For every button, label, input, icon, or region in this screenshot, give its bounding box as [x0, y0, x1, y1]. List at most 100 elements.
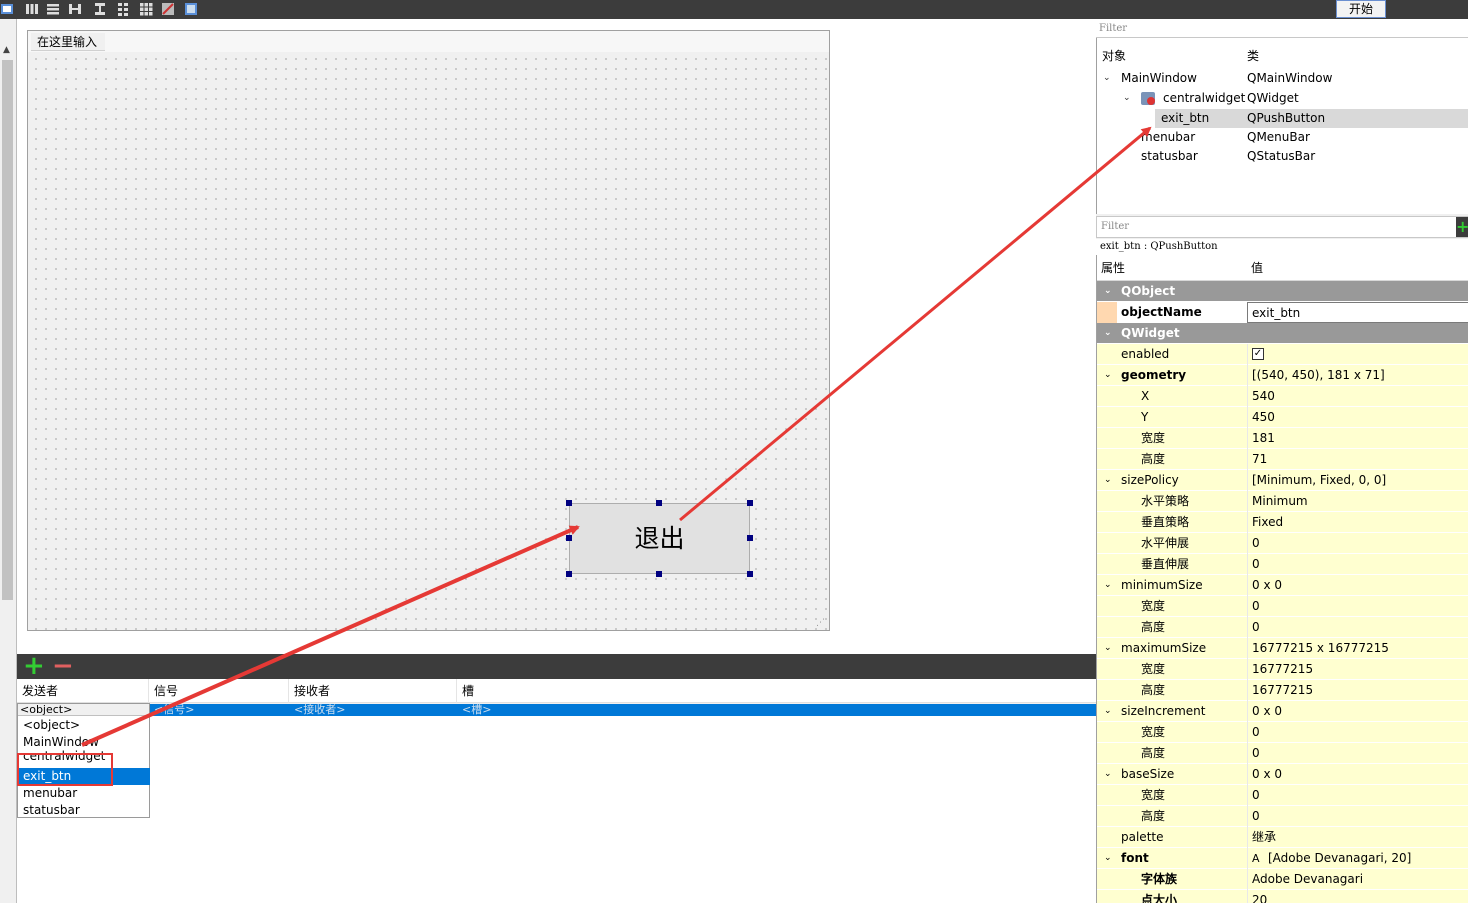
- prop-objectname[interactable]: objectName exit_btn: [1097, 302, 1468, 323]
- form-menubar[interactable]: [28, 31, 829, 52]
- prop-value[interactable]: 0: [1247, 617, 1468, 638]
- group-qwidget[interactable]: ⌄ QWidget: [1097, 323, 1468, 344]
- col-signal[interactable]: 信号: [149, 679, 289, 703]
- prop-vstretch[interactable]: 垂直伸展 0: [1097, 554, 1468, 575]
- expand-icon[interactable]: ⌄: [1103, 69, 1111, 88]
- object-row-statusbar[interactable]: statusbar QStatusBar: [1097, 147, 1468, 166]
- prop-width[interactable]: 宽度 181: [1097, 428, 1468, 449]
- layout-splitter-h-icon[interactable]: [68, 2, 82, 16]
- prop-value[interactable]: 540: [1247, 386, 1468, 407]
- prop-max-height[interactable]: 高度 16777215: [1097, 680, 1468, 701]
- add-connection-icon[interactable]: +: [23, 653, 45, 679]
- prop-value[interactable]: Minimum: [1247, 491, 1468, 512]
- size-grip-icon[interactable]: ⋰: [816, 618, 828, 630]
- prop-value[interactable]: Adobe Devanagari: [1247, 869, 1468, 890]
- prop-font-family[interactable]: 字体族 Adobe Devanagari: [1097, 869, 1468, 890]
- menu-placeholder[interactable]: 在这里输入: [31, 33, 105, 51]
- edit-widgets-icon[interactable]: [0, 2, 14, 16]
- prop-value[interactable]: 0 x 0: [1247, 575, 1468, 596]
- object-row-mainwindow[interactable]: ⌄ MainWindow QMainWindow: [1097, 69, 1468, 88]
- expand-icon[interactable]: ⌄: [1104, 638, 1112, 659]
- prop-geometry[interactable]: ⌄ geometry [(540, 450), 181 x 71]: [1097, 365, 1468, 386]
- add-dynamic-property-icon[interactable]: +: [1456, 217, 1468, 237]
- prop-value[interactable]: 0 x 0: [1247, 764, 1468, 785]
- layout-horizontal-icon[interactable]: [25, 2, 39, 16]
- prop-value[interactable]: 0: [1247, 806, 1468, 827]
- object-row-centralwidget[interactable]: ⌄ centralwidget QWidget: [1097, 89, 1468, 108]
- property-filter-input[interactable]: Filter: [1096, 216, 1468, 238]
- layout-splitter-v-icon[interactable]: [93, 2, 107, 16]
- resize-handle[interactable]: [656, 571, 662, 577]
- prop-value[interactable]: 0: [1247, 743, 1468, 764]
- prop-value[interactable]: 0: [1247, 596, 1468, 617]
- prop-value[interactable]: 0: [1247, 554, 1468, 575]
- collapse-arrow-icon[interactable]: ▲: [3, 45, 10, 55]
- prop-maximumsize[interactable]: ⌄ maximumSize 16777215 x 16777215: [1097, 638, 1468, 659]
- prop-inc-height[interactable]: 高度 0: [1097, 743, 1468, 764]
- col-object-label[interactable]: 对象: [1102, 47, 1126, 66]
- expand-icon[interactable]: ⌄: [1123, 89, 1131, 108]
- adjust-size-icon[interactable]: [184, 2, 198, 16]
- expand-icon[interactable]: ⌄: [1104, 470, 1112, 491]
- remove-connection-icon[interactable]: −: [52, 653, 74, 679]
- prop-enabled[interactable]: enabled ✓: [1097, 344, 1468, 365]
- resize-handle[interactable]: [656, 500, 662, 506]
- prop-value[interactable]: 继承: [1247, 827, 1468, 848]
- objectname-input[interactable]: exit_btn: [1247, 302, 1468, 323]
- prop-value[interactable]: 16777215: [1247, 680, 1468, 701]
- prop-value[interactable]: 0 x 0: [1247, 701, 1468, 722]
- resize-handle[interactable]: [566, 571, 572, 577]
- prop-value[interactable]: 450: [1247, 407, 1468, 428]
- expand-icon[interactable]: ⌄: [1104, 764, 1112, 785]
- dropdown-item[interactable]: <object>: [19, 717, 150, 734]
- prop-value[interactable]: [Adobe Devanagari, 20]: [1268, 851, 1411, 865]
- sender-combo[interactable]: <object>: [18, 704, 149, 716]
- col-value-label[interactable]: 值: [1251, 255, 1263, 281]
- prop-sizeincrement[interactable]: ⌄ sizeIncrement 0 x 0: [1097, 701, 1468, 722]
- connection-row[interactable]: <信号> <接收者> <槽>: [17, 704, 1096, 716]
- layout-form-icon[interactable]: [116, 2, 130, 16]
- receiver-cell[interactable]: <接收者>: [294, 704, 345, 716]
- prop-value[interactable]: [Minimum, Fixed, 0, 0]: [1247, 470, 1468, 491]
- prop-value[interactable]: 0: [1247, 533, 1468, 554]
- col-slot[interactable]: 槽: [457, 679, 1096, 703]
- prop-value[interactable]: 0: [1247, 785, 1468, 806]
- prop-base-width[interactable]: 宽度 0: [1097, 785, 1468, 806]
- prop-value[interactable]: 16777215: [1247, 659, 1468, 680]
- signal-cell[interactable]: <信号>: [154, 704, 194, 716]
- collapse-icon[interactable]: ⌄: [1104, 281, 1112, 302]
- expand-icon[interactable]: ⌄: [1104, 575, 1112, 596]
- prop-min-height[interactable]: 高度 0: [1097, 617, 1468, 638]
- prop-y[interactable]: Y 450: [1097, 407, 1468, 428]
- dropdown-item[interactable]: menubar: [19, 785, 150, 802]
- prop-value[interactable]: [(540, 450), 181 x 71]: [1247, 365, 1468, 386]
- expand-icon[interactable]: ⌄: [1104, 848, 1112, 869]
- col-class-label[interactable]: 类: [1247, 47, 1259, 66]
- prop-hpolicy[interactable]: 水平策略 Minimum: [1097, 491, 1468, 512]
- layout-vertical-icon[interactable]: [46, 2, 60, 16]
- start-button[interactable]: 开始: [1336, 0, 1386, 18]
- object-filter-input[interactable]: Filter: [1096, 19, 1468, 38]
- object-row-exit-btn[interactable]: exit_btn QPushButton: [1155, 109, 1468, 128]
- resize-handle[interactable]: [747, 535, 753, 541]
- col-receiver[interactable]: 接收者: [289, 679, 457, 703]
- prop-basesize[interactable]: ⌄ baseSize 0 x 0: [1097, 764, 1468, 785]
- prop-minimumsize[interactable]: ⌄ minimumSize 0 x 0: [1097, 575, 1468, 596]
- expand-icon[interactable]: ⌄: [1104, 365, 1112, 386]
- group-qobject[interactable]: ⌄ QObject: [1097, 281, 1468, 302]
- layout-grid-icon[interactable]: [139, 2, 153, 16]
- prop-font[interactable]: ⌄ font A [Adobe Devanagari, 20]: [1097, 848, 1468, 869]
- prop-max-width[interactable]: 宽度 16777215: [1097, 659, 1468, 680]
- prop-min-width[interactable]: 宽度 0: [1097, 596, 1468, 617]
- resize-handle[interactable]: [747, 500, 753, 506]
- col-property-label[interactable]: 属性: [1101, 255, 1125, 281]
- enabled-checkbox[interactable]: ✓: [1252, 347, 1264, 360]
- prop-value[interactable]: 71: [1247, 449, 1468, 470]
- col-sender[interactable]: 发送者: [17, 679, 149, 703]
- prop-sizepolicy[interactable]: ⌄ sizePolicy [Minimum, Fixed, 0, 0]: [1097, 470, 1468, 491]
- exit-button[interactable]: 退出: [569, 503, 750, 574]
- prop-value[interactable]: 0: [1247, 722, 1468, 743]
- prop-base-height[interactable]: 高度 0: [1097, 806, 1468, 827]
- object-row-menubar[interactable]: menubar QMenuBar: [1097, 128, 1468, 147]
- prop-vpolicy[interactable]: 垂直策略 Fixed: [1097, 512, 1468, 533]
